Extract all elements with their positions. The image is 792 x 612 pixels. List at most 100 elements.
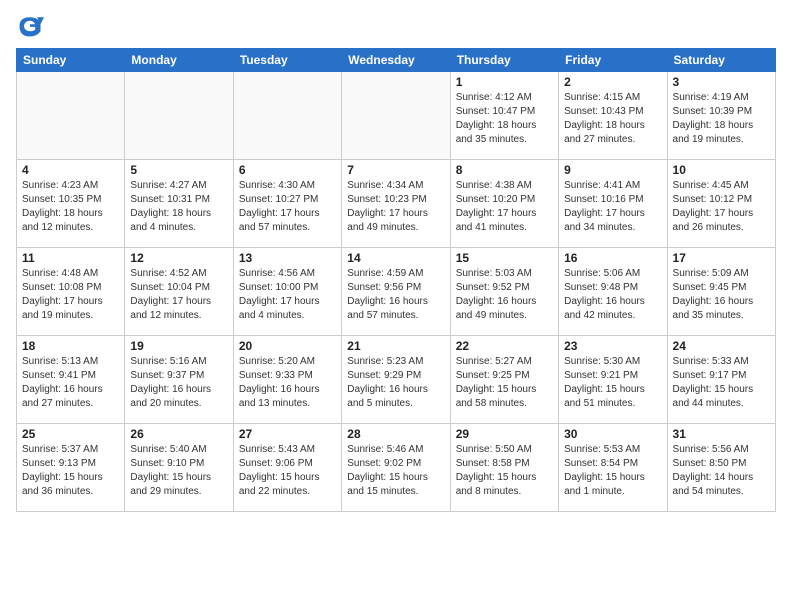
day-number: 27 — [239, 427, 336, 441]
day-number: 3 — [673, 75, 770, 89]
calendar-cell: 25 Sunrise: 5:37 AM Sunset: 9:13 PM Dayli… — [17, 424, 125, 512]
day-number: 7 — [347, 163, 444, 177]
day-info: Sunrise: 5:33 AM Sunset: 9:17 PM Dayligh… — [673, 355, 770, 411]
calendar-cell: 30Sunrise: 5:53 AM Sunset: 8:54 PM Dayli… — [559, 424, 667, 512]
page: SundayMondayTuesdayWednesdayThursdayFrid… — [0, 0, 792, 612]
calendar-cell — [342, 72, 450, 160]
weekday-header-tuesday: Tuesday — [233, 49, 341, 72]
calendar-cell: 27 Sunrise: 5:43 AM Sunset: 9:06 PM Dayli… — [233, 424, 341, 512]
calendar-cell: 29Sunrise: 5:50 AM Sunset: 8:58 PM Dayli… — [450, 424, 558, 512]
calendar-cell: 21 Sunrise: 5:23 AM Sunset: 9:29 PM Dayli… — [342, 336, 450, 424]
calendar-cell: 16Sunrise: 5:06 AM Sunset: 9:48 PM Dayli… — [559, 248, 667, 336]
day-number: 30 — [564, 427, 661, 441]
day-number: 11 — [22, 251, 119, 265]
day-info: Sunrise: 4:48 AM Sunset: 10:08 PM Daylig… — [22, 267, 119, 323]
calendar-cell: 12 Sunrise: 4:52 AM Sunset: 10:04 PM Dayl… — [125, 248, 233, 336]
day-info: Sunrise: 4:27 AM Sunset: 10:31 PM Daylig… — [130, 179, 227, 235]
day-number: 23 — [564, 339, 661, 353]
day-info: Sunrise: 4:45 AM Sunset: 10:12 PM Daylig… — [673, 179, 770, 235]
day-info: Sunrise: 4:38 AM Sunset: 10:20 PM Daylig… — [456, 179, 553, 235]
calendar-cell: 24Sunrise: 5:33 AM Sunset: 9:17 PM Dayli… — [667, 336, 775, 424]
day-info: Sunrise: 5:16 AM Sunset: 9:37 PM Dayligh… — [130, 355, 227, 411]
day-info: Sunrise: 4:34 AM Sunset: 10:23 PM Daylig… — [347, 179, 444, 235]
calendar-cell: 26 Sunrise: 5:40 AM Sunset: 9:10 PM Dayli… — [125, 424, 233, 512]
day-number: 13 — [239, 251, 336, 265]
weekday-header-sunday: Sunday — [17, 49, 125, 72]
calendar-cell: 7 Sunrise: 4:34 AM Sunset: 10:23 PM Dayli… — [342, 160, 450, 248]
day-info: Sunrise: 4:19 AM Sunset: 10:39 PM Daylig… — [673, 91, 770, 147]
calendar-cell: 22Sunrise: 5:27 AM Sunset: 9:25 PM Dayli… — [450, 336, 558, 424]
day-number: 6 — [239, 163, 336, 177]
calendar-cell: 5Sunrise: 4:27 AM Sunset: 10:31 PM Dayli… — [125, 160, 233, 248]
day-number: 14 — [347, 251, 444, 265]
week-row-3: 11 Sunrise: 4:48 AM Sunset: 10:08 PM Dayl… — [17, 248, 776, 336]
day-info: Sunrise: 5:13 AM Sunset: 9:41 PM Dayligh… — [22, 355, 119, 411]
day-number: 8 — [456, 163, 553, 177]
week-row-5: 25 Sunrise: 5:37 AM Sunset: 9:13 PM Dayli… — [17, 424, 776, 512]
calendar-cell: 18 Sunrise: 5:13 AM Sunset: 9:41 PM Dayli… — [17, 336, 125, 424]
day-number: 31 — [673, 427, 770, 441]
weekday-header-wednesday: Wednesday — [342, 49, 450, 72]
day-number: 20 — [239, 339, 336, 353]
week-row-4: 18 Sunrise: 5:13 AM Sunset: 9:41 PM Dayli… — [17, 336, 776, 424]
day-number: 28 — [347, 427, 444, 441]
day-number: 9 — [564, 163, 661, 177]
day-number: 25 — [22, 427, 119, 441]
calendar-cell: 14 Sunrise: 4:59 AM Sunset: 9:56 PM Dayli… — [342, 248, 450, 336]
day-number: 2 — [564, 75, 661, 89]
logo — [16, 12, 48, 40]
calendar-cell: 2 Sunrise: 4:15 AM Sunset: 10:43 PM Dayli… — [559, 72, 667, 160]
day-number: 26 — [130, 427, 227, 441]
calendar-cell: 10 Sunrise: 4:45 AM Sunset: 10:12 PM Dayl… — [667, 160, 775, 248]
day-number: 22 — [456, 339, 553, 353]
calendar-cell: 3 Sunrise: 4:19 AM Sunset: 10:39 PM Dayli… — [667, 72, 775, 160]
day-number: 21 — [347, 339, 444, 353]
header — [16, 12, 776, 40]
day-info: Sunrise: 5:03 AM Sunset: 9:52 PM Dayligh… — [456, 267, 553, 323]
day-number: 15 — [456, 251, 553, 265]
calendar-cell: 13 Sunrise: 4:56 AM Sunset: 10:00 PM Dayl… — [233, 248, 341, 336]
day-info: Sunrise: 4:52 AM Sunset: 10:04 PM Daylig… — [130, 267, 227, 323]
calendar-table: SundayMondayTuesdayWednesdayThursdayFrid… — [16, 48, 776, 512]
calendar-cell: 20Sunrise: 5:20 AM Sunset: 9:33 PM Dayli… — [233, 336, 341, 424]
day-number: 16 — [564, 251, 661, 265]
calendar-cell: 8 Sunrise: 4:38 AM Sunset: 10:20 PM Dayli… — [450, 160, 558, 248]
weekday-header-row: SundayMondayTuesdayWednesdayThursdayFrid… — [17, 49, 776, 72]
calendar-cell: 11 Sunrise: 4:48 AM Sunset: 10:08 PM Dayl… — [17, 248, 125, 336]
day-info: Sunrise: 4:23 AM Sunset: 10:35 PM Daylig… — [22, 179, 119, 235]
day-info: Sunrise: 5:30 AM Sunset: 9:21 PM Dayligh… — [564, 355, 661, 411]
day-info: Sunrise: 5:40 AM Sunset: 9:10 PM Dayligh… — [130, 443, 227, 499]
day-info: Sunrise: 5:56 AM Sunset: 8:50 PM Dayligh… — [673, 443, 770, 499]
calendar-cell: 15 Sunrise: 5:03 AM Sunset: 9:52 PM Dayli… — [450, 248, 558, 336]
day-info: Sunrise: 4:15 AM Sunset: 10:43 PM Daylig… — [564, 91, 661, 147]
calendar-cell: 19 Sunrise: 5:16 AM Sunset: 9:37 PM Dayli… — [125, 336, 233, 424]
weekday-header-thursday: Thursday — [450, 49, 558, 72]
weekday-header-saturday: Saturday — [667, 49, 775, 72]
day-info: Sunrise: 5:43 AM Sunset: 9:06 PM Dayligh… — [239, 443, 336, 499]
day-info: Sunrise: 4:59 AM Sunset: 9:56 PM Dayligh… — [347, 267, 444, 323]
day-info: Sunrise: 4:30 AM Sunset: 10:27 PM Daylig… — [239, 179, 336, 235]
calendar-cell: 9Sunrise: 4:41 AM Sunset: 10:16 PM Dayli… — [559, 160, 667, 248]
calendar-cell: 31 Sunrise: 5:56 AM Sunset: 8:50 PM Dayli… — [667, 424, 775, 512]
day-info: Sunrise: 4:12 AM Sunset: 10:47 PM Daylig… — [456, 91, 553, 147]
day-number: 10 — [673, 163, 770, 177]
day-number: 29 — [456, 427, 553, 441]
day-number: 12 — [130, 251, 227, 265]
week-row-1: 1Sunrise: 4:12 AM Sunset: 10:47 PM Dayli… — [17, 72, 776, 160]
calendar-cell: 23 Sunrise: 5:30 AM Sunset: 9:21 PM Dayli… — [559, 336, 667, 424]
logo-icon — [16, 12, 44, 40]
day-info: Sunrise: 5:46 AM Sunset: 9:02 PM Dayligh… — [347, 443, 444, 499]
day-number: 17 — [673, 251, 770, 265]
day-info: Sunrise: 5:37 AM Sunset: 9:13 PM Dayligh… — [22, 443, 119, 499]
day-number: 19 — [130, 339, 227, 353]
calendar-cell: 1Sunrise: 4:12 AM Sunset: 10:47 PM Dayli… — [450, 72, 558, 160]
calendar-cell: 6 Sunrise: 4:30 AM Sunset: 10:27 PM Dayli… — [233, 160, 341, 248]
week-row-2: 4 Sunrise: 4:23 AM Sunset: 10:35 PM Dayli… — [17, 160, 776, 248]
calendar-cell — [125, 72, 233, 160]
calendar-cell — [233, 72, 341, 160]
day-number: 4 — [22, 163, 119, 177]
day-info: Sunrise: 5:23 AM Sunset: 9:29 PM Dayligh… — [347, 355, 444, 411]
day-info: Sunrise: 4:56 AM Sunset: 10:00 PM Daylig… — [239, 267, 336, 323]
day-info: Sunrise: 5:09 AM Sunset: 9:45 PM Dayligh… — [673, 267, 770, 323]
day-number: 18 — [22, 339, 119, 353]
